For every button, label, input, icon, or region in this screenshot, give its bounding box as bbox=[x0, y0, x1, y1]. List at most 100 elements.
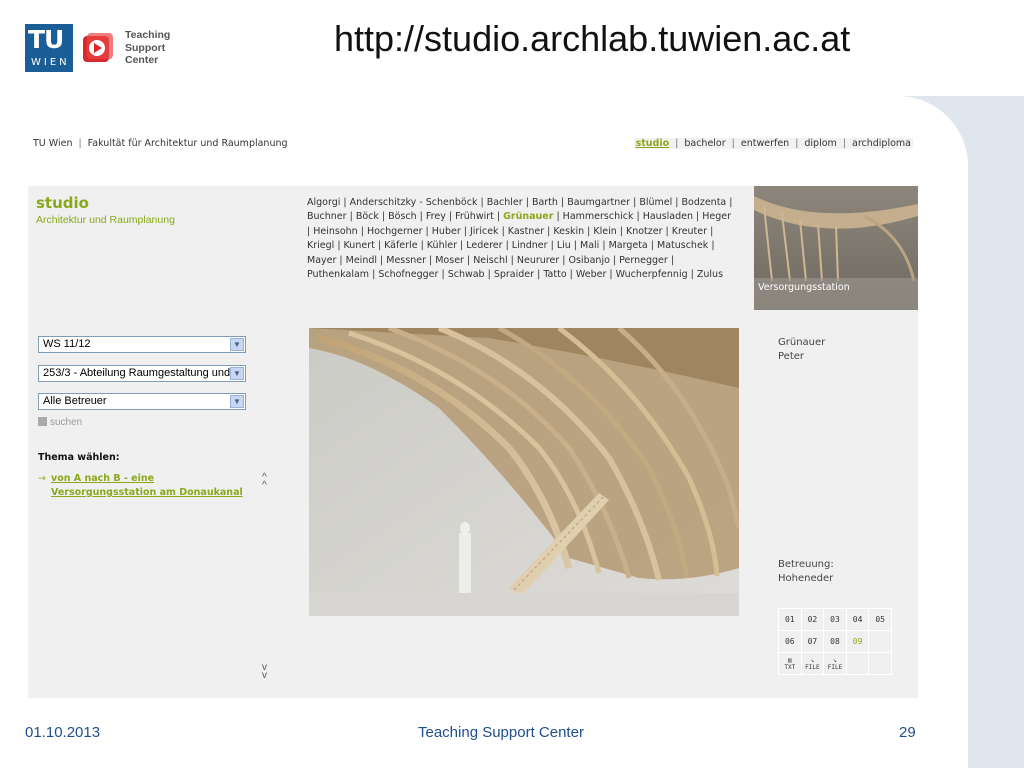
professor-link[interactable]: Baumgartner bbox=[567, 197, 630, 208]
professor-link[interactable]: Mali bbox=[580, 240, 599, 251]
professor-link[interactable]: Buchner bbox=[307, 211, 347, 222]
page-link[interactable]: 02 bbox=[800, 608, 825, 631]
professor-link[interactable]: Neururer bbox=[517, 255, 559, 266]
professor-link[interactable]: Lindner bbox=[512, 240, 548, 251]
semester-select[interactable]: WS 11/12 ▼ bbox=[38, 336, 246, 353]
nav-bachelor[interactable]: bachelor bbox=[684, 138, 725, 149]
studio-subtitle: Architektur und Raumplanung bbox=[36, 214, 175, 226]
page-link[interactable]: 04 bbox=[845, 608, 870, 631]
professor-link[interactable]: Klein bbox=[593, 226, 616, 237]
site-layout-grid: studio Architektur und Raumplanung Algor… bbox=[28, 186, 918, 698]
professor-link[interactable]: Algorgi bbox=[307, 197, 340, 208]
arrow-right-icon: → bbox=[38, 473, 46, 484]
professor-link[interactable]: Spraider bbox=[494, 269, 534, 280]
professor-link[interactable]: Kriegl bbox=[307, 240, 334, 251]
professor-link[interactable]: Frey bbox=[426, 211, 446, 222]
page-grid: 01 02 03 04 05 06 07 08 09 ▤ TXT ↘ FILE ↘ FILE bbox=[778, 608, 892, 675]
professor-name-list: Algorgi | Anderschitzky - Schenböck | Ba… bbox=[307, 197, 733, 281]
supervisor-select[interactable]: Alle Betreuer ▼ bbox=[38, 393, 246, 410]
professor-link[interactable]: Meindl bbox=[346, 255, 377, 266]
department-select[interactable]: 253/3 - Abteilung Raumgestaltung und ▼ bbox=[38, 365, 246, 382]
scroll-up-icon[interactable]: ^ ^ bbox=[262, 473, 267, 491]
professor-link[interactable]: Mayer bbox=[307, 255, 336, 266]
nav-diplom[interactable]: diplom bbox=[804, 138, 836, 149]
professor-link[interactable]: Moser bbox=[435, 255, 464, 266]
page-link[interactable]: 09 bbox=[845, 630, 870, 653]
supervision-label: Betreuung: bbox=[778, 559, 834, 570]
professor-link[interactable]: Käferle bbox=[384, 240, 417, 251]
file-download-icon[interactable]: ↘ FILE bbox=[823, 652, 847, 675]
professor-link[interactable]: Huber bbox=[432, 226, 461, 237]
professor-link[interactable]: Kreuter bbox=[672, 226, 707, 237]
page-link[interactable]: 05 bbox=[868, 608, 892, 631]
breadcrumb-tu-wien[interactable]: TU Wien bbox=[33, 138, 72, 149]
page-link[interactable]: 06 bbox=[778, 630, 802, 653]
page-link[interactable]: 08 bbox=[823, 630, 847, 653]
professor-link[interactable]: Liu bbox=[557, 240, 571, 251]
professor-link[interactable]: Hammerschick bbox=[563, 211, 634, 222]
professor-link[interactable]: Zulus bbox=[697, 269, 723, 280]
tsc-line-1: Teaching bbox=[125, 29, 171, 42]
professor-link[interactable]: Matuschek bbox=[657, 240, 708, 251]
page-link[interactable]: 07 bbox=[800, 630, 825, 653]
topic-link[interactable]: → von A nach B - eine Versorgungsstation… bbox=[38, 472, 252, 500]
professor-link[interactable]: Kühler bbox=[427, 240, 457, 251]
professor-link[interactable]: Knotzer bbox=[626, 226, 663, 237]
tsc-line-2: Support bbox=[125, 41, 166, 54]
empty-cell bbox=[868, 630, 892, 653]
topic-link-text[interactable]: von A nach B - eine Versorgungsstation a… bbox=[38, 472, 252, 500]
professor-link[interactable]: Kunert bbox=[344, 240, 375, 251]
breadcrumb-faculty[interactable]: Fakultät für Architektur und Raumplanung bbox=[88, 138, 288, 149]
page-link[interactable]: 01 bbox=[778, 608, 802, 631]
scroll-down-icon[interactable]: vv bbox=[262, 663, 267, 681]
professor-link[interactable]: Osibanjo bbox=[569, 255, 610, 266]
tsc-line-3: Center bbox=[125, 54, 159, 67]
professor-link[interactable]: Pernegger bbox=[619, 255, 668, 266]
project-thumbnail[interactable]: Versorgungsstation bbox=[754, 186, 918, 310]
nav-archdiploma[interactable]: archdiploma bbox=[852, 138, 911, 149]
search-icon bbox=[38, 417, 47, 426]
chevron-down-icon[interactable]: ▼ bbox=[230, 367, 244, 380]
professor-link[interactable]: Bodzenta bbox=[681, 197, 726, 208]
professor-link[interactable]: Hausladen bbox=[643, 211, 693, 222]
professor-link[interactable]: Margeta bbox=[609, 240, 648, 251]
professor-link[interactable]: Lederer bbox=[466, 240, 502, 251]
professor-link[interactable]: Schwab bbox=[448, 269, 485, 280]
professor-link[interactable]: Jiricek bbox=[470, 226, 499, 237]
professor-link[interactable]: Böck bbox=[356, 211, 379, 222]
chevron-down-icon[interactable]: ▼ bbox=[230, 395, 244, 408]
professor-link[interactable]: Heinsohn bbox=[313, 226, 357, 237]
professor-link[interactable]: Wucherpfennig bbox=[616, 269, 688, 280]
professor-link[interactable]: Keskin bbox=[553, 226, 584, 237]
semester-value: WS 11/12 bbox=[43, 338, 91, 350]
professor-link[interactable]: Tatto bbox=[543, 269, 566, 280]
professor-link[interactable]: Hochgerner bbox=[367, 226, 423, 237]
professor-link[interactable]: Schofnegger bbox=[378, 269, 438, 280]
page-link[interactable]: 03 bbox=[823, 608, 847, 631]
website-screenshot: TU Wien | Fakultät für Architektur und Rau… bbox=[28, 128, 918, 698]
nav-entwerfen[interactable]: entwerfen bbox=[741, 138, 789, 149]
professor-link[interactable]: Puthenkalam bbox=[307, 269, 369, 280]
professor-link[interactable]: Blümel bbox=[639, 197, 672, 208]
professor-link[interactable]: Anderschitzky - Schenböck bbox=[350, 197, 478, 208]
professor-link[interactable]: Frühwirt bbox=[455, 211, 494, 222]
supervisor-value: Alle Betreuer bbox=[43, 395, 107, 407]
tu-wien-logo: TU WIEN Teaching Support Center bbox=[25, 24, 170, 72]
nav-studio[interactable]: studio bbox=[636, 138, 670, 149]
professor-link[interactable]: Heger bbox=[702, 211, 731, 222]
professor-link[interactable]: Neischl bbox=[473, 255, 507, 266]
professor-link[interactable]: Messner bbox=[386, 255, 426, 266]
professor-link[interactable]: Grünauer bbox=[503, 211, 553, 222]
professor-link[interactable]: Weber bbox=[576, 269, 606, 280]
txt-file-icon[interactable]: ▤ TXT bbox=[778, 652, 802, 675]
file-download-icon[interactable]: ↘ FILE bbox=[800, 652, 825, 675]
chevron-down-icon[interactable]: ▼ bbox=[230, 338, 244, 351]
top-navigation: TU Wien | Fakultät für Architektur und Rau… bbox=[28, 128, 918, 158]
professor-link[interactable]: Bösch bbox=[388, 211, 417, 222]
topic-heading: Thema wählen: bbox=[38, 452, 120, 463]
professor-link[interactable]: Bachler bbox=[487, 197, 523, 208]
professor-link[interactable]: Kastner bbox=[508, 226, 544, 237]
names-cell: Algorgi | Anderschitzky - Schenböck | Ba… bbox=[294, 186, 752, 324]
search-button[interactable]: suchen bbox=[38, 417, 82, 428]
professor-link[interactable]: Barth bbox=[532, 197, 558, 208]
